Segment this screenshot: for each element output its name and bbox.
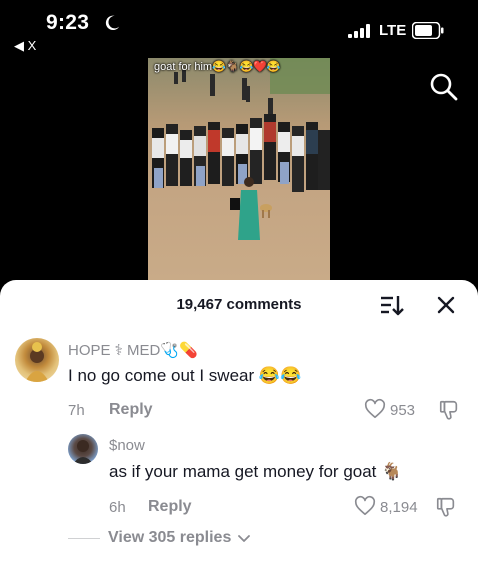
- view-replies-label: View 305 replies: [108, 529, 232, 546]
- dislike-icon[interactable]: [438, 399, 460, 421]
- reply-username[interactable]: $now: [109, 437, 145, 454]
- reply-timestamp: 6h: [109, 499, 126, 516]
- reply-button[interactable]: Reply: [109, 401, 153, 419]
- comment-avatar[interactable]: [15, 338, 59, 382]
- like-count: 953: [390, 402, 416, 419]
- view-replies-button[interactable]: View 305 replies: [108, 529, 250, 547]
- like-count: 8,194: [380, 499, 418, 516]
- close-icon[interactable]: [436, 295, 456, 315]
- comments-sheet: 19,467 comments HOPE ⚕ MED🩺💊 I no go com…: [0, 280, 478, 561]
- video-caption: goat for him😂🐐😂❤️😂: [154, 61, 281, 73]
- network-type-label: LTE: [379, 22, 407, 39]
- moon-icon: [105, 15, 120, 31]
- comment-timestamp: 7h: [68, 402, 85, 419]
- reply-text: as if your mama get money for goat 🐐: [109, 462, 403, 481]
- cellular-signal-icon: [348, 24, 370, 38]
- battery-icon: [412, 22, 444, 39]
- search-icon[interactable]: [427, 70, 459, 102]
- comments-count-title: 19,467 comments: [176, 296, 302, 313]
- video-player[interactable]: goat for him😂🐐😂❤️😂: [148, 58, 330, 280]
- clock-time: 9:23: [46, 11, 90, 34]
- comment-text: I no go come out I swear 😂😂: [68, 366, 302, 385]
- heart-icon[interactable]: [364, 398, 386, 420]
- comment-username[interactable]: HOPE ⚕ MED🩺💊: [68, 341, 198, 359]
- video-frame-crowd: [152, 70, 330, 240]
- back-to-app-link[interactable]: ◀ X: [14, 38, 36, 54]
- status-bar: 9:23 ◀ X LTE: [0, 0, 478, 56]
- view-replies-divider: [68, 538, 100, 539]
- heart-icon[interactable]: [354, 495, 376, 517]
- reply-avatar[interactable]: [68, 434, 98, 464]
- chevron-down-icon: [237, 534, 250, 542]
- reply-button[interactable]: Reply: [148, 498, 192, 516]
- dislike-icon[interactable]: [435, 496, 457, 518]
- sort-icon[interactable]: [380, 294, 404, 316]
